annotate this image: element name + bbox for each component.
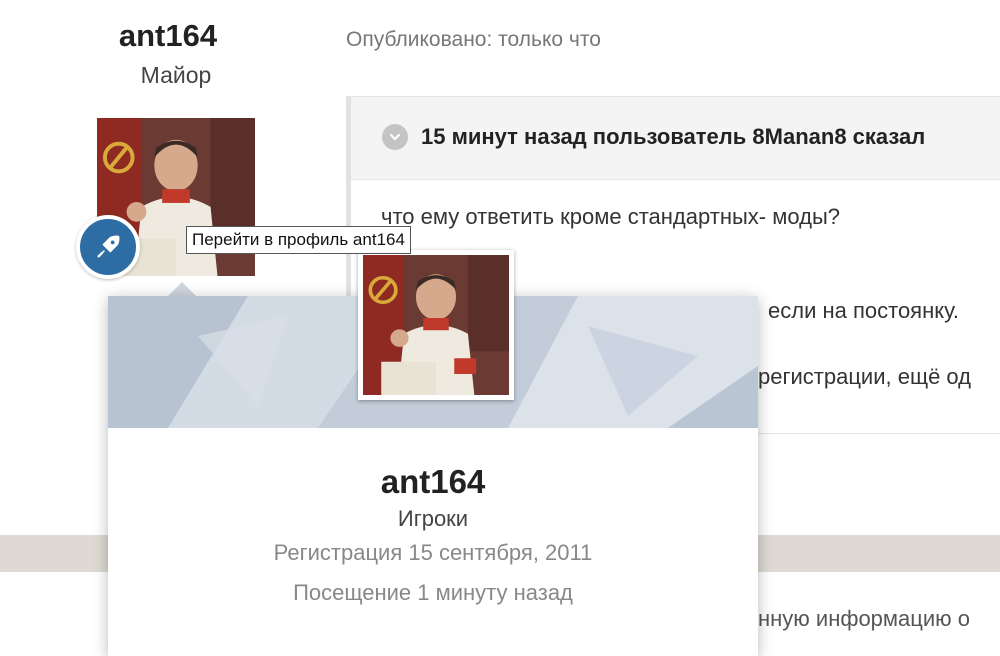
hovercard-last-visit: Посещение 1 минуту назад: [293, 580, 573, 605]
hovercard-group: Игроки: [397, 506, 469, 531]
profile-hovercard: ant164 Игроки Регистрация 15 сентября, 2…: [108, 250, 758, 656]
author-rank: Майор: [140, 62, 212, 88]
rocket-icon: [76, 215, 140, 279]
hovercard-pointer: [168, 282, 196, 296]
quote-text: что ему ответить кроме стандартных- моды…: [381, 204, 840, 229]
author-name[interactable]: ant164: [96, 18, 240, 54]
hovercard-name[interactable]: ant164: [108, 463, 758, 501]
hovercard-avatar[interactable]: [358, 250, 514, 400]
quote-header[interactable]: 15 минут назад пользователь 8Manan8 сказ…: [351, 97, 1000, 180]
hovercard-registered: Регистрация 15 сентября, 2011: [273, 540, 593, 565]
post-text-line: если на постоянку.: [768, 298, 960, 323]
post-text-line: нную информацию о: [758, 606, 971, 631]
post-text-line: регистрации, ещё од: [758, 364, 972, 389]
quote-citation: 15 минут назад пользователь 8Manan8 сказ…: [421, 124, 926, 149]
chevron-down-icon[interactable]: [382, 124, 408, 150]
published-time: Опубликовано: только что: [346, 28, 601, 51]
profile-tooltip: Перейти в профиль ant164: [186, 226, 411, 254]
